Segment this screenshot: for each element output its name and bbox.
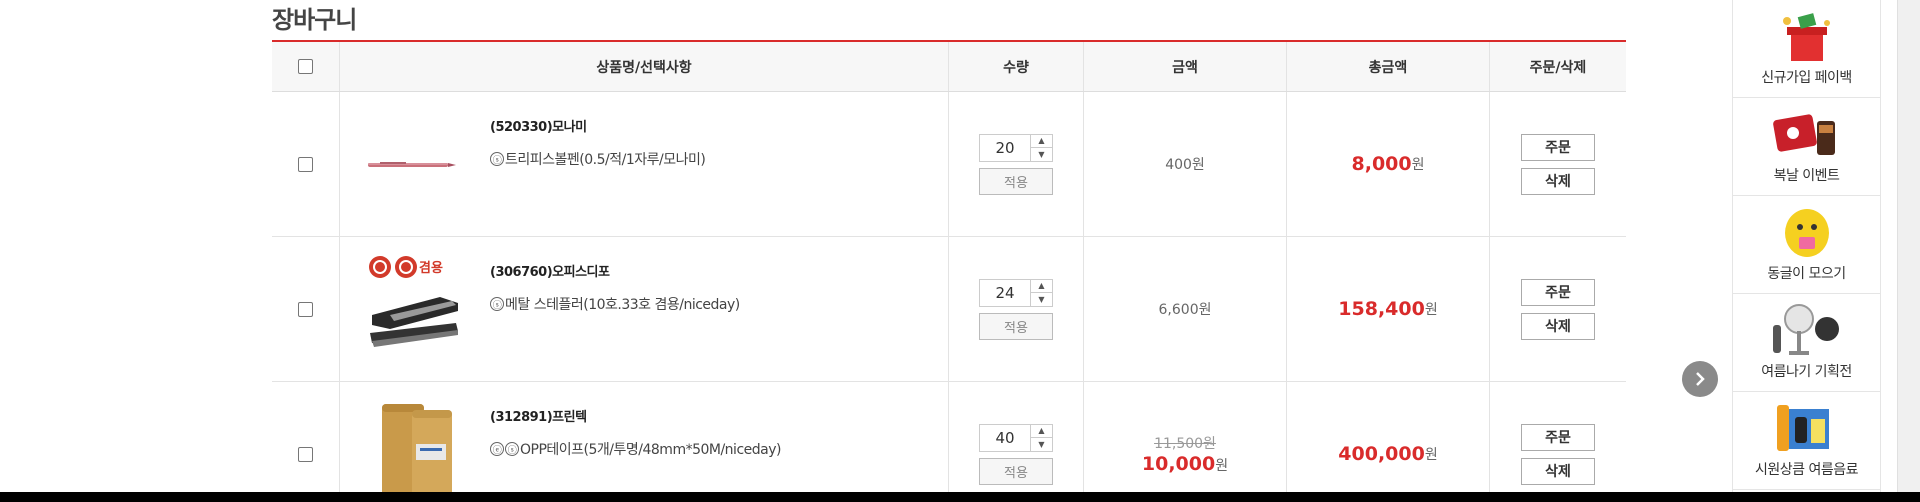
increase-icon[interactable]: ▲ (1031, 280, 1052, 293)
decrease-icon[interactable]: ▼ (1031, 148, 1052, 161)
increase-icon[interactable]: ▲ (1031, 425, 1052, 438)
order-button[interactable]: 주문 (1521, 133, 1595, 161)
delete-button[interactable]: 삭제 (1521, 167, 1595, 195)
quantity-stepper[interactable]: 20 ▲ ▼ (979, 133, 1053, 162)
header-product: 상품명/선택사항 (340, 42, 949, 91)
row-checkbox[interactable] (298, 301, 313, 317)
order-button[interactable]: 주문 (1521, 423, 1595, 451)
next-arrow-button[interactable] (1682, 361, 1718, 397)
delete-button[interactable]: 삭제 (1521, 457, 1595, 485)
increase-icon[interactable]: ▲ (1031, 135, 1052, 148)
quantity-input[interactable]: 40 (980, 425, 1030, 451)
quick-menu-sidebar: 신규가입 페이백 복날 이벤트 동글이 모으기 여름나기 기획전 시원상큼 여름… (1732, 0, 1881, 502)
apply-button[interactable]: 적용 (979, 457, 1053, 485)
gift-box-icon (1782, 13, 1830, 61)
product-name[interactable]: (520330)모나미 (490, 116, 705, 135)
fan-icon (1772, 304, 1839, 355)
vertical-scrollbar[interactable] (1897, 0, 1920, 492)
sidebar-item-summer[interactable]: 여름나기 기획전 (1733, 294, 1880, 392)
currency-unit: 원 (1411, 157, 1425, 173)
quantity-input[interactable]: 24 (980, 280, 1030, 306)
badge-icon: ⓔ (490, 442, 504, 456)
currency-unit: 원 (1215, 458, 1229, 474)
header-price: 금액 (1084, 42, 1287, 91)
sidebar-label: 동글이 모으기 (1767, 266, 1846, 282)
sidebar-label: 시원상큼 여름음료 (1755, 462, 1859, 478)
sidebar-label: 여름나기 기획전 (1761, 364, 1852, 380)
sidebar-item-donggeuli[interactable]: 동글이 모으기 (1733, 196, 1880, 294)
quantity-stepper[interactable]: 40 ▲ ▼ (979, 423, 1053, 452)
drinks-icon (1776, 405, 1829, 451)
sidebar-item-drinks[interactable]: 시원상큼 여름음료 (1733, 392, 1880, 490)
page-title: 장바구니 (272, 6, 357, 34)
quantity-stepper[interactable]: 24 ▲ ▼ (979, 278, 1053, 307)
product-name[interactable]: (306760)오피스디포 (490, 261, 740, 280)
apply-button[interactable]: 적용 (979, 167, 1053, 195)
select-all-checkbox[interactable] (298, 59, 313, 74)
sidebar-item-boknal[interactable]: 복날 이벤트 (1733, 98, 1880, 196)
header-action: 주문/삭제 (1529, 59, 1587, 76)
unit-price: 400원 (1165, 157, 1205, 173)
decrease-icon[interactable]: ▼ (1031, 293, 1052, 306)
unit-price: 6,600원 (1158, 302, 1212, 318)
original-price: 11,500원 (1154, 436, 1216, 452)
product-image-tape[interactable] (360, 400, 470, 502)
table-header: 상품명/선택사항 수량 금액 총금액 주문/삭제 (272, 42, 1626, 92)
row-checkbox[interactable] (298, 156, 313, 172)
product-option: OPP테이프(5개/투명/48mm*50M/niceday) (520, 442, 781, 458)
order-button[interactable]: 주문 (1521, 278, 1595, 306)
sidebar-label: 신규가입 페이백 (1761, 70, 1852, 86)
quantity-input[interactable]: 20 (980, 135, 1030, 161)
event-card-icon (1772, 114, 1835, 155)
bottom-bar (0, 492, 1920, 502)
table-row: (520330)모나미 ⓢ 트리피스볼펜(0.5/적/1자루/모나미) 20 ▲ ▼… (272, 92, 1626, 237)
delete-button[interactable]: 삭제 (1521, 312, 1595, 340)
total-price: 8,000 (1351, 153, 1412, 175)
badge-icon: ⓢ (490, 297, 504, 311)
product-image-stapler[interactable]: 겸용 (360, 255, 470, 365)
header-qty: 수량 (949, 42, 1084, 91)
character-icon (1784, 209, 1829, 257)
apply-button[interactable]: 적용 (979, 312, 1053, 340)
sidebar-label: 복날 이벤트 (1773, 168, 1840, 184)
total-price: 400,000 (1338, 443, 1425, 465)
product-image-pen[interactable] (360, 110, 470, 220)
currency-unit: 원 (1424, 447, 1438, 463)
row-checkbox[interactable] (298, 446, 313, 462)
stapler-badge-text: 겸용 (419, 260, 443, 276)
badge-icon: ⓢ (505, 442, 519, 456)
sale-price: 10,000 (1141, 453, 1216, 475)
product-name[interactable]: (312891)프린텍 (490, 406, 781, 425)
cart-table: 상품명/선택사항 수량 금액 총금액 주문/삭제 (520330)모나미 ⓢ 트리… (272, 40, 1626, 502)
decrease-icon[interactable]: ▼ (1031, 438, 1052, 451)
table-row: 겸용 (306760)오피스디포 ⓢ 메탈 스테플러(10호.33호 겸용/nic… (272, 237, 1626, 382)
product-option: 메탈 스테플러(10호.33호 겸용/niceday) (505, 297, 740, 313)
currency-unit: 원 (1424, 302, 1438, 318)
sidebar-item-payback[interactable]: 신규가입 페이백 (1733, 0, 1880, 98)
header-total: 총금액 (1287, 42, 1490, 91)
badge-icon: ⓢ (490, 152, 504, 166)
chevron-right-icon (1696, 372, 1705, 386)
product-option: 트리피스볼펜(0.5/적/1자루/모나미) (505, 152, 706, 168)
total-price: 158,400 (1338, 298, 1425, 320)
table-row: (312891)프린텍 ⓔ ⓢ OPP테이프(5개/투명/48mm*50M/nice… (272, 382, 1626, 502)
